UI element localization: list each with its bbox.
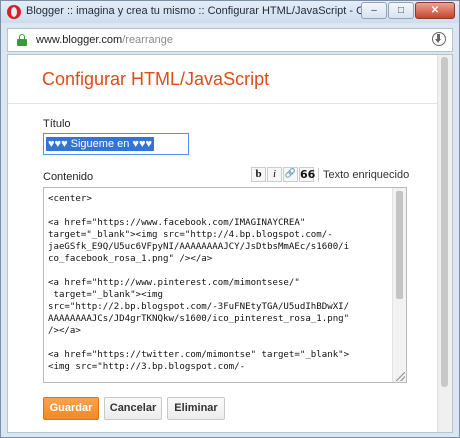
page-scrollbar[interactable] <box>437 55 452 432</box>
url-text[interactable]: www.blogger.com/rearrange <box>36 34 173 46</box>
content-textarea[interactable]: <center> <a href="https://www.facebook.c… <box>43 187 407 383</box>
minimize-button[interactable]: – <box>361 2 387 19</box>
window-title: Blogger :: imagina y crea tu mismo :: Co… <box>26 5 387 17</box>
maximize-button[interactable]: □ <box>388 2 414 19</box>
textarea-scrollbar[interactable] <box>392 188 406 382</box>
delete-button[interactable]: Eliminar <box>167 397 225 420</box>
content-code: <center> <a href="https://www.facebook.c… <box>48 194 350 372</box>
page-scroll-thumb[interactable] <box>441 57 448 387</box>
quote-button[interactable]: 66 <box>299 167 315 182</box>
save-button[interactable]: Guardar <box>43 397 99 420</box>
contenido-label: Contenido <box>43 171 94 183</box>
cancel-button[interactable]: Cancelar <box>104 397 162 420</box>
url-domain: www.blogger.com <box>36 34 123 46</box>
titulo-input-value: ♥♥♥ Sigueme en ♥♥♥ <box>46 137 155 151</box>
dialog-title: Configurar HTML/JavaScript <box>42 69 270 89</box>
lock-icon <box>17 34 27 46</box>
window-controls: – □ ✕ <box>361 2 455 19</box>
link-icon[interactable]: 🔗 <box>283 167 298 182</box>
titulo-input[interactable]: ♥♥♥ Sigueme en ♥♥♥ <box>43 133 189 155</box>
bold-button[interactable]: b <box>251 167 266 182</box>
titulo-label: Título <box>43 118 71 130</box>
title-divider <box>8 103 438 104</box>
italic-button[interactable]: i <box>267 167 282 182</box>
browser-window: Blogger :: imagina y crea tu mismo :: Co… <box>0 0 460 438</box>
download-icon[interactable] <box>432 32 446 46</box>
url-path: /rearrange <box>122 34 173 46</box>
editor-toolbar: b i 🔗 66 Texto enriquecido <box>251 167 409 182</box>
title-bar[interactable]: Blogger :: imagina y crea tu mismo :: Co… <box>1 1 459 23</box>
opera-logo-icon <box>7 5 21 19</box>
close-button[interactable]: ✕ <box>415 2 455 19</box>
address-bar[interactable]: www.blogger.com/rearrange <box>7 28 453 52</box>
toolbar-separator <box>318 167 319 182</box>
textarea-scroll-thumb[interactable] <box>396 191 403 299</box>
resize-handle-icon[interactable] <box>396 372 405 381</box>
rich-text-link[interactable]: Texto enriquecido <box>323 169 409 181</box>
page-content: Configurar HTML/JavaScript Título ♥♥♥ Si… <box>7 54 453 433</box>
